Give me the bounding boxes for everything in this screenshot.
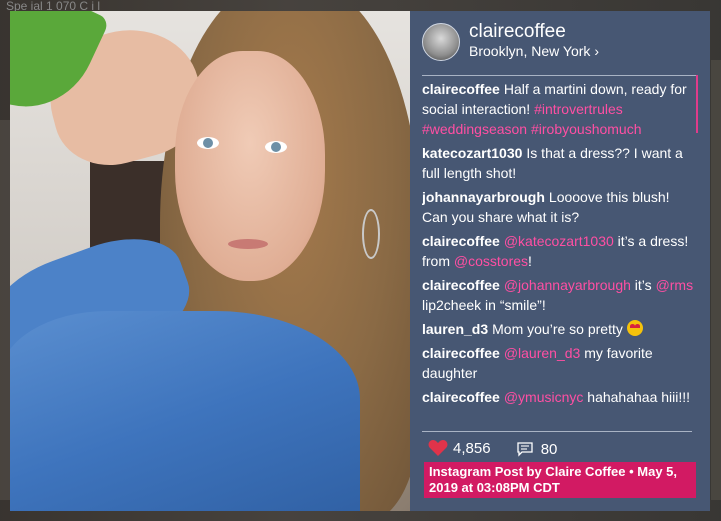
comment-mention-link[interactable]: @cosstores xyxy=(454,253,528,269)
comment-username[interactable]: lauren_d3 xyxy=(422,321,488,337)
comment-icon xyxy=(517,442,533,457)
post-detail-panel: clairecoffee Brooklyn, New York › clairec… xyxy=(410,11,710,511)
comment-item: katecozart1030 Is that a dress?? I want a… xyxy=(422,143,696,183)
post-photo[interactable] xyxy=(10,11,410,511)
comment-username[interactable]: clairecoffee xyxy=(422,277,500,293)
background-tile xyxy=(711,60,721,500)
comment-mention-link[interactable]: @johannayarbrough xyxy=(504,277,631,293)
heart-icon xyxy=(428,440,448,456)
background-tile xyxy=(0,120,10,500)
comments-scrollbar[interactable] xyxy=(696,75,698,133)
comment-username[interactable]: clairecoffee xyxy=(422,389,500,405)
photo-sweater xyxy=(10,311,360,511)
comment-count: 80 xyxy=(540,440,558,458)
comment-item: lauren_d3 Mom you’re so pretty xyxy=(422,319,696,339)
comment-item: johannayarbrough Loooove this blush! Can … xyxy=(422,187,696,227)
comment-item: clairecoffee Half a martini down, ready f… xyxy=(422,79,696,139)
photo-earring xyxy=(362,209,380,259)
comment-username[interactable]: clairecoffee xyxy=(422,81,500,97)
avatar[interactable] xyxy=(422,23,460,61)
photo-lips xyxy=(228,239,268,249)
comment-text: hahahahaa hiii!!! xyxy=(583,389,691,405)
post-location[interactable]: Brooklyn, New York › xyxy=(469,43,599,59)
comment-mention-link[interactable]: @rms xyxy=(656,277,694,293)
comment-item: clairecoffee @ymusicnyc hahahahaa hiii!!! xyxy=(422,387,696,407)
post-username[interactable]: clairecoffee xyxy=(469,21,566,43)
post-caption[interactable]: Instagram Post by Claire Coffee • May 5,… xyxy=(424,462,696,498)
likes-count: 4,856 xyxy=(453,439,491,457)
comments-stat[interactable]: 80 xyxy=(517,440,558,458)
comment-item: clairecoffee @katecozart1030 it’s a dress… xyxy=(422,231,696,271)
star-struck-emoji xyxy=(626,320,643,336)
photo-eye xyxy=(265,141,287,153)
comment-mention-link[interactable]: #irobyoushomuch xyxy=(531,121,642,137)
comment-text: it’s xyxy=(630,277,656,293)
comment-item: clairecoffee @johannayarbrough it’s @rms … xyxy=(422,275,696,315)
comments-list[interactable]: clairecoffee Half a martini down, ready f… xyxy=(422,75,696,426)
comment-mention-link[interactable]: @katecozart1030 xyxy=(504,233,614,249)
comment-item: clairecoffee @lauren_d3 my favorite daugh… xyxy=(422,343,696,383)
photo-eye xyxy=(197,137,219,149)
comment-username[interactable]: clairecoffee xyxy=(422,233,500,249)
post-stats: 4,856 80 xyxy=(428,439,579,459)
comment-mention-link[interactable]: #introvertrules xyxy=(534,101,623,117)
comment-username[interactable]: katecozart1030 xyxy=(422,145,522,161)
comment-mention-link[interactable]: #weddingseason xyxy=(422,121,527,137)
post-header: clairecoffee Brooklyn, New York › xyxy=(422,21,702,65)
comment-text: lip2cheek in “smile”! xyxy=(422,297,546,313)
comment-mention-link[interactable]: @lauren_d3 xyxy=(504,345,581,361)
comment-text: Mom you’re so pretty xyxy=(492,321,627,337)
comment-text: ! xyxy=(528,253,532,269)
location-label: Brooklyn, New York xyxy=(469,43,591,59)
divider xyxy=(422,431,692,432)
comment-username[interactable]: johannayarbrough xyxy=(422,189,545,205)
comment-mention-link[interactable]: @ymusicnyc xyxy=(504,389,584,405)
chevron-right-icon: › xyxy=(594,43,600,59)
likes-stat[interactable]: 4,856 xyxy=(428,439,491,457)
comment-username[interactable]: clairecoffee xyxy=(422,345,500,361)
